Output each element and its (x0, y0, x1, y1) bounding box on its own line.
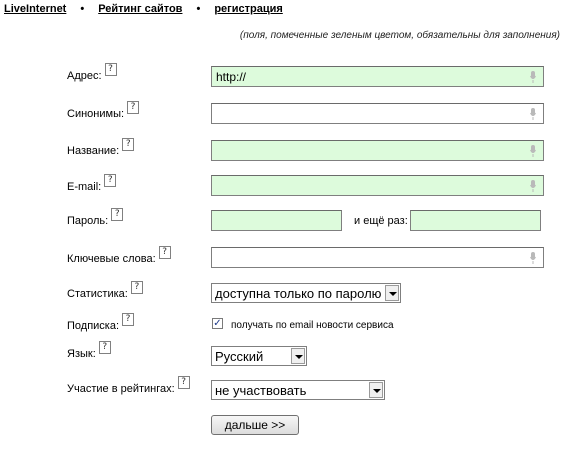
keywords-label-text: Ключевые слова: (67, 253, 156, 265)
nav-link-registration[interactable]: регистрация (214, 3, 282, 15)
nav-separator: • (196, 3, 201, 15)
statistics-label-text: Статистика: (67, 288, 128, 300)
help-icon[interactable]: ? (111, 208, 124, 221)
microphone-icon[interactable] (530, 145, 536, 157)
help-icon[interactable]: ? (127, 101, 140, 114)
subscription-checkbox-label[interactable]: получать по email новости сервиса (231, 320, 394, 331)
help-icon[interactable]: ? (104, 63, 117, 76)
subscription-label: Подписка:? (67, 313, 135, 333)
nav-separator: • (80, 3, 85, 15)
address-label-text: Адрес: (67, 70, 102, 82)
keywords-input[interactable] (211, 247, 544, 268)
microphone-icon[interactable] (530, 252, 536, 264)
microphone-icon[interactable] (530, 108, 536, 120)
ratings-select[interactable]: не участвовать (211, 380, 385, 400)
email-label: E-mail:? (67, 174, 117, 194)
name-label-text: Название: (67, 145, 120, 157)
nav-link-liveinternet[interactable]: LiveInternet (4, 3, 66, 15)
help-icon[interactable]: ? (122, 313, 135, 326)
top-navigation: LiveInternet • Рейтинг сайтов • регистрация (4, 3, 283, 15)
language-label: Язык:? (67, 341, 111, 361)
name-input[interactable] (211, 140, 544, 161)
help-icon[interactable]: ? (122, 138, 135, 151)
chevron-down-icon[interactable] (369, 382, 383, 398)
synonyms-label-text: Синонимы: (67, 108, 125, 120)
help-icon[interactable]: ? (130, 281, 143, 294)
help-icon[interactable]: ? (98, 341, 111, 354)
chevron-down-icon[interactable] (385, 285, 399, 301)
synonyms-input[interactable] (211, 103, 544, 124)
password-repeat-label: и ещё раз: (354, 215, 408, 227)
checkmark-icon: ✓ (213, 318, 222, 329)
password-repeat-input[interactable] (410, 210, 541, 231)
help-icon[interactable]: ? (177, 376, 190, 389)
microphone-icon[interactable] (530, 180, 536, 192)
help-icon[interactable]: ? (104, 174, 117, 187)
chevron-down-icon[interactable] (291, 348, 305, 364)
nav-link-ratings[interactable]: Рейтинг сайтов (98, 3, 182, 15)
password-label: Пароль:? (67, 208, 124, 228)
keywords-label: Ключевые слова:? (67, 246, 171, 266)
ratings-label: Участие в рейтингах:? (67, 376, 190, 396)
next-button[interactable]: дальше >> (211, 415, 299, 435)
synonyms-label: Синонимы:? (67, 101, 140, 121)
ratings-label-text: Участие в рейтингах: (67, 383, 175, 395)
email-input[interactable] (211, 175, 544, 196)
language-selected-value: Русский (215, 349, 264, 364)
address-label: Адрес:? (67, 63, 117, 83)
subscription-checkbox[interactable]: ✓ (212, 318, 223, 329)
statistics-label: Статистика:? (67, 281, 143, 301)
ratings-selected-value: не участвовать (215, 383, 307, 398)
statistics-selected-value: доступна только по паролю (215, 286, 382, 301)
address-input[interactable]: http:// (211, 66, 544, 87)
statistics-select[interactable]: доступна только по паролю (211, 283, 401, 303)
required-fields-hint: (поля, помеченные зеленым цветом, обязат… (239, 30, 560, 41)
password-input[interactable] (211, 210, 342, 231)
subscription-label-text: Подписка: (67, 320, 120, 332)
language-label-text: Язык: (67, 348, 96, 360)
language-select[interactable]: Русский (211, 346, 307, 366)
name-label: Название:? (67, 138, 135, 158)
password-label-text: Пароль: (67, 215, 109, 227)
microphone-icon[interactable] (530, 71, 536, 83)
address-input-value: http:// (216, 70, 247, 84)
help-icon[interactable]: ? (158, 246, 171, 259)
email-label-text: E-mail: (67, 181, 102, 193)
